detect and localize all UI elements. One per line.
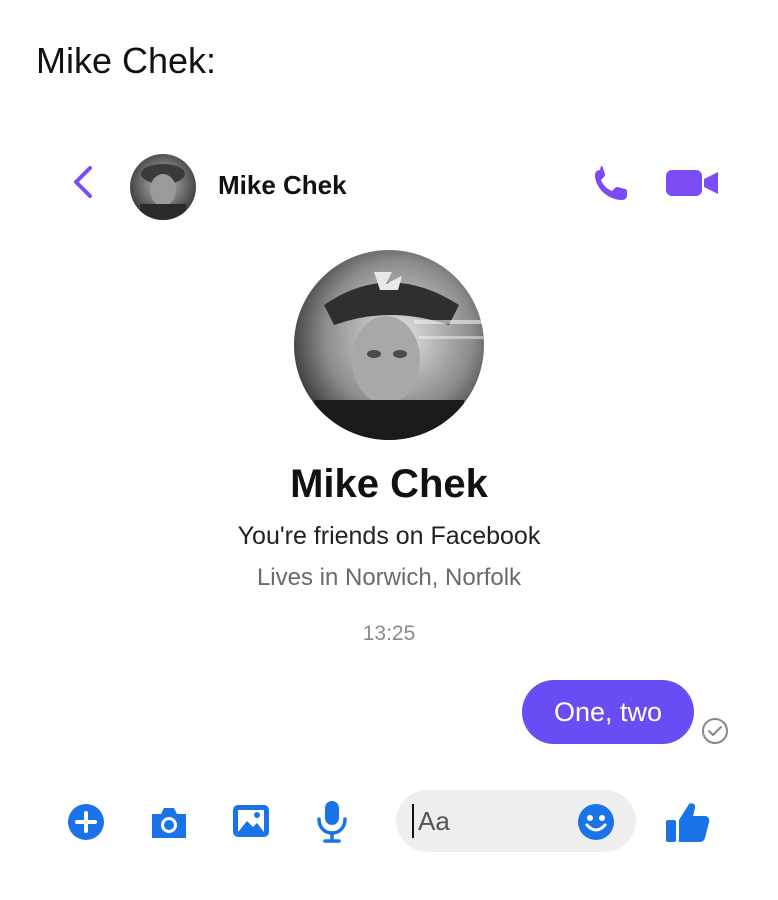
thumbs-up-icon[interactable] <box>662 798 712 846</box>
location-text: Lives in Norwich, Norfolk <box>256 564 522 591</box>
plus-icon[interactable] <box>66 802 106 842</box>
message-input[interactable]: Aa <box>396 790 636 852</box>
caption: Mike Chek: <box>36 40 217 81</box>
header-name: Mike Chek <box>218 170 347 200</box>
friends-status: You're friends on Facebook <box>237 522 541 550</box>
message-bubble[interactable]: One, two <box>522 680 694 744</box>
message-timestamp: 13:25 <box>362 622 416 645</box>
chat-header: Mike Chek <box>0 150 778 220</box>
composer-toolbar: Aa <box>0 780 778 860</box>
image-icon[interactable] <box>230 802 272 840</box>
phone-icon[interactable] <box>590 164 638 204</box>
microphone-icon[interactable] <box>314 798 350 844</box>
camera-icon[interactable] <box>148 802 190 842</box>
avatar-small[interactable] <box>130 154 196 220</box>
video-camera-icon[interactable] <box>664 166 724 200</box>
profile-name: Mike Chek <box>290 462 488 506</box>
sent-check-icon <box>702 718 728 744</box>
profile-photo[interactable] <box>294 250 484 440</box>
input-placeholder: Aa <box>418 806 450 836</box>
emoji-icon[interactable] <box>576 802 616 842</box>
text-cursor <box>412 804 414 838</box>
back-chevron-icon[interactable] <box>66 162 102 202</box>
